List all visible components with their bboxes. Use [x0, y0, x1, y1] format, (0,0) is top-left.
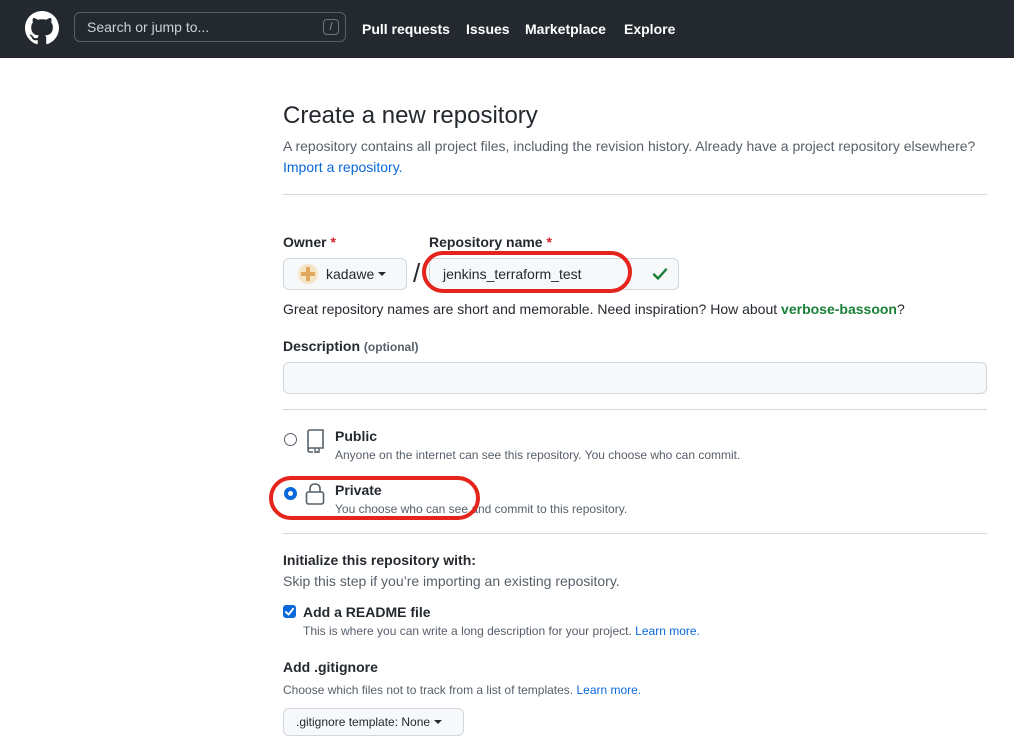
readme-learn-more-link[interactable]: Learn more. — [635, 624, 700, 638]
page-subtitle: A repository contains all project files,… — [283, 136, 983, 178]
subtitle-text: A repository contains all project files,… — [283, 138, 976, 154]
top-header: Search or jump to... / Pull requests Iss… — [0, 0, 1014, 58]
private-title: Private — [335, 482, 382, 498]
suggested-name-link[interactable]: verbose-bassoon — [781, 301, 897, 317]
gitignore-title: Add .gitignore — [283, 659, 378, 675]
public-title: Public — [335, 428, 378, 444]
page-title: Create a new repository — [283, 102, 538, 129]
shortcut-key-badge: / — [323, 19, 339, 35]
owner-repo-separator: / — [413, 258, 421, 288]
private-radio[interactable] — [284, 487, 297, 500]
gitignore-learn-more-link[interactable]: Learn more. — [576, 683, 641, 697]
readme-description: This is where you can write a long descr… — [303, 624, 700, 638]
divider — [283, 409, 987, 410]
nav-issues[interactable]: Issues — [466, 0, 510, 58]
gitignore-select-label: .gitignore template: None — [296, 715, 431, 729]
nav-pull-requests[interactable]: Pull requests — [362, 0, 450, 58]
lock-icon — [305, 483, 325, 505]
private-description: You choose who can see and commit to thi… — [335, 502, 628, 516]
repo-icon — [307, 429, 324, 453]
nav-marketplace[interactable]: Marketplace — [525, 0, 606, 58]
optional-tag: (optional) — [363, 340, 419, 354]
gitignore-template-select[interactable]: .gitignore template: None — [283, 708, 464, 736]
owner-label-text: Owner — [283, 234, 327, 250]
required-mark: * — [546, 234, 552, 250]
readme-checkbox[interactable] — [283, 605, 296, 618]
caret-down-icon — [378, 272, 387, 276]
nav-explore[interactable]: Explore — [624, 0, 675, 58]
divider — [283, 533, 987, 534]
identicon-icon — [301, 267, 315, 281]
caret-down-icon — [434, 720, 443, 724]
repository-name-input[interactable]: jenkins_terraform_test — [429, 258, 679, 290]
github-logo-icon[interactable] — [25, 11, 59, 45]
public-description: Anyone on the internet can see this repo… — [335, 448, 741, 462]
description-label-text: Description — [283, 338, 361, 354]
import-repository-link[interactable]: Import a repository. — [283, 159, 403, 175]
repo-name-label: Repository name * — [429, 234, 552, 250]
repo-name-hint: Great repository names are short and mem… — [283, 301, 905, 317]
owner-dropdown[interactable]: kadawe — [283, 258, 407, 290]
divider — [283, 194, 987, 195]
gitignore-desc-text: Choose which files not to track from a l… — [283, 683, 574, 697]
description-label: Description (optional) — [283, 338, 419, 354]
readme-label[interactable]: Add a README file — [303, 604, 431, 620]
check-icon — [652, 268, 668, 280]
search-input[interactable]: Search or jump to... / — [74, 12, 346, 42]
avatar — [298, 264, 318, 284]
public-radio[interactable] — [284, 433, 297, 446]
owner-label: Owner * — [283, 234, 336, 250]
init-subtitle: Skip this step if you’re importing an ex… — [283, 573, 620, 589]
checkmark-icon — [284, 607, 295, 616]
gitignore-description: Choose which files not to track from a l… — [283, 683, 641, 697]
required-mark: * — [330, 234, 336, 250]
owner-value: kadawe — [326, 266, 375, 282]
search-placeholder: Search or jump to... — [87, 19, 210, 35]
init-title: Initialize this repository with: — [283, 552, 476, 568]
hint-text: Great repository names are short and mem… — [283, 301, 778, 317]
description-input[interactable] — [283, 362, 987, 394]
hint-end: ? — [896, 301, 905, 317]
repository-name-value: jenkins_terraform_test — [443, 266, 582, 282]
repo-name-label-text: Repository name — [429, 234, 543, 250]
readme-desc-text: This is where you can write a long descr… — [303, 624, 632, 638]
